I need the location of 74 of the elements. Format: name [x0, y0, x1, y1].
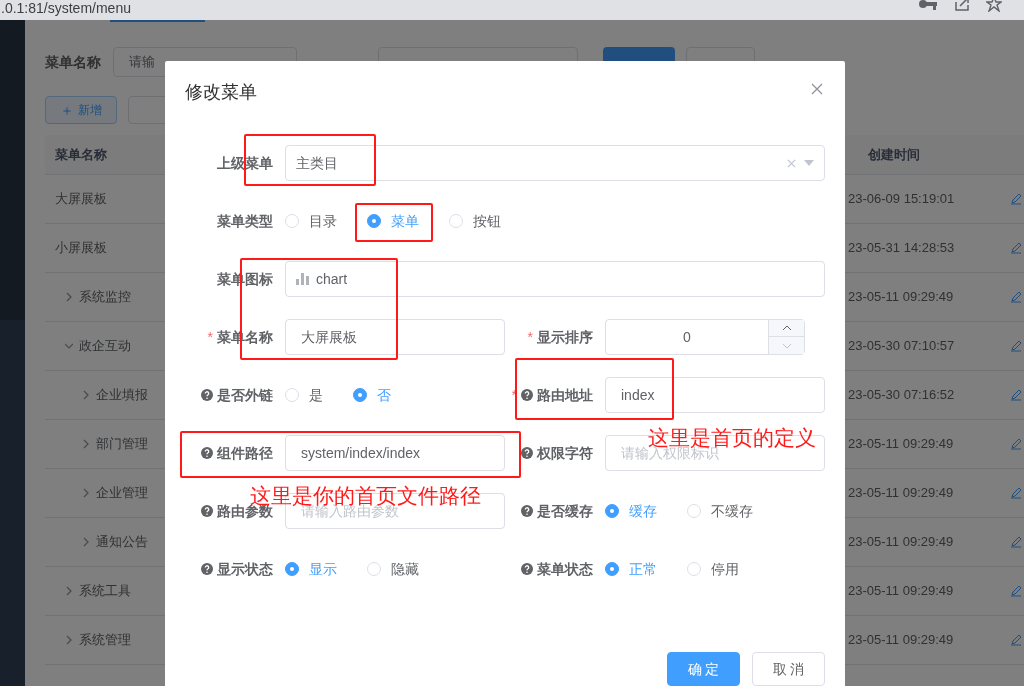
field-label: 菜单类型 [217, 211, 273, 231]
radio-option[interactable]: 不缓存 [687, 500, 753, 522]
table-cell-text: 23-05-11 09:29:49 [848, 435, 954, 454]
column-header: 创建时间 [868, 145, 920, 164]
radio-option[interactable]: 是 [285, 384, 323, 406]
table-cell-text: 部门管理 [96, 435, 148, 454]
number-field[interactable]: 0 [605, 319, 805, 355]
edit-icon [1010, 536, 1022, 548]
edit-icon [1010, 585, 1022, 597]
radio-option[interactable]: 按钮 [449, 210, 501, 232]
table-cell-text: 23-05-11 09:29:49 [848, 582, 954, 601]
input-field[interactable]: system/index/index [285, 435, 505, 471]
edit-icon [1010, 487, 1022, 499]
edit-icon [1010, 389, 1022, 401]
radio-option[interactable]: 隐藏 [367, 558, 419, 580]
required-mark: * [207, 327, 213, 347]
icon-field[interactable]: chart [285, 261, 825, 297]
input-field[interactable]: index [605, 377, 825, 413]
table-cell-text: 23-05-11 09:29:49 [848, 533, 954, 552]
table-cell-text: 23-05-11 09:29:49 [848, 288, 954, 307]
field-label: 菜单状态 [537, 559, 593, 579]
chevron-up-icon [781, 325, 792, 331]
edit-icon [1010, 634, 1022, 646]
caret-icon [804, 160, 814, 166]
address-bar-url[interactable]: .0.1:81/system/menu [1, 0, 131, 16]
table-cell-text: 系统管理 [79, 631, 131, 650]
radio-button[interactable] [605, 504, 619, 518]
table-cell-text: 23-05-11 09:29:49 [848, 484, 954, 503]
table-cell-text: 政企互动 [79, 337, 131, 356]
table-cell-text: 系统工具 [79, 582, 131, 601]
field-label: 菜单名称 [45, 52, 102, 72]
table-cell-text: 23-05-30 07:16:52 [848, 386, 955, 405]
parent-menu-select[interactable]: 主类目 [285, 145, 825, 181]
table-cell-text: 企业管理 [96, 484, 148, 503]
table-cell-text: 23-06-09 15:19:01 [848, 190, 955, 209]
field-label: 上级菜单 [217, 153, 273, 173]
table-cell-text: 23-05-11 09:29:49 [848, 631, 954, 650]
field-label: 组件路径 [217, 443, 273, 463]
radio-option[interactable]: 目录 [285, 210, 337, 232]
table-cell-text: 23-05-31 14:28:53 [848, 239, 955, 258]
column-header: 菜单名称 [55, 145, 107, 164]
required-mark: * [527, 327, 533, 347]
field-label: 是否外链 [217, 385, 273, 405]
edit-icon [1010, 291, 1022, 303]
cancel-button[interactable]: 取 消 [752, 652, 825, 686]
table-cell-text: 企业填报 [96, 386, 148, 405]
share-icon [954, 0, 970, 12]
dialog-title: 修改菜单 [185, 82, 257, 102]
radio-button[interactable] [605, 562, 619, 576]
bar-chart-icon [296, 273, 310, 285]
edit-icon [1010, 438, 1022, 450]
radio-button[interactable] [367, 214, 381, 228]
field-label: 显示排序 [537, 327, 593, 347]
input-field[interactable]: 大屏展板 [285, 319, 505, 355]
radio-option[interactable]: 停用 [687, 558, 739, 580]
table-cell-text: 通知公告 [96, 533, 148, 552]
edit-icon [1010, 242, 1022, 254]
table-cell-text: 小屏展板 [55, 239, 107, 258]
field-label: 显示状态 [217, 559, 273, 579]
radio-button[interactable] [285, 562, 299, 576]
close-icon[interactable] [811, 83, 823, 95]
field-label: 路由地址 [537, 385, 593, 405]
table-cell-text: 大屏展板 [55, 190, 107, 209]
edit-icon [1010, 340, 1022, 352]
field-label: 是否缓存 [537, 501, 593, 521]
star-icon [986, 0, 1002, 12]
clear-icon [787, 158, 796, 168]
field-label: 权限字符 [537, 443, 593, 463]
radio-button[interactable] [353, 388, 367, 402]
table-cell-text: 23-05-30 07:10:57 [848, 337, 955, 356]
key-icon [918, 0, 938, 12]
edit-icon [1010, 193, 1022, 205]
table-cell-text: 系统监控 [79, 288, 131, 307]
chevron-down-icon [781, 342, 792, 349]
